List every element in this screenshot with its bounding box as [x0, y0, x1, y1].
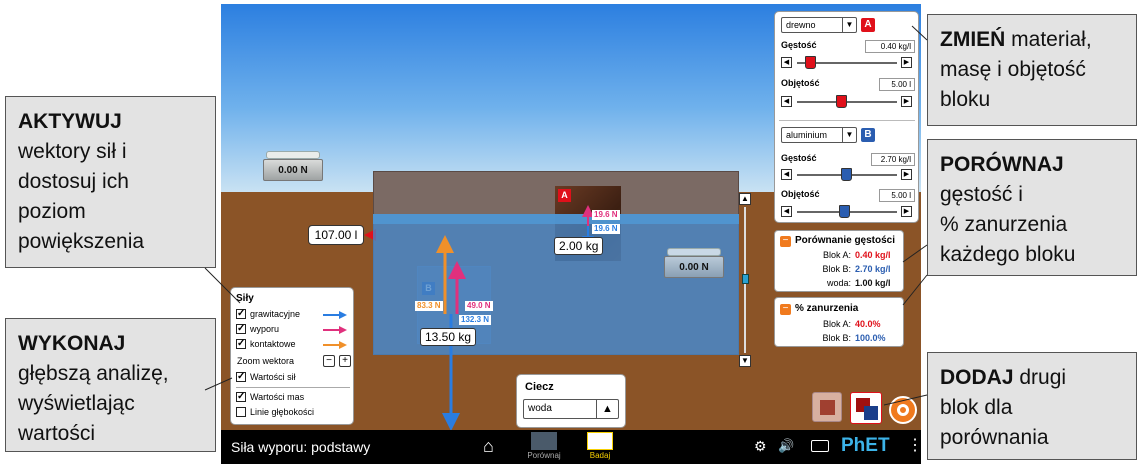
leader-lines: [204, 25, 928, 406]
